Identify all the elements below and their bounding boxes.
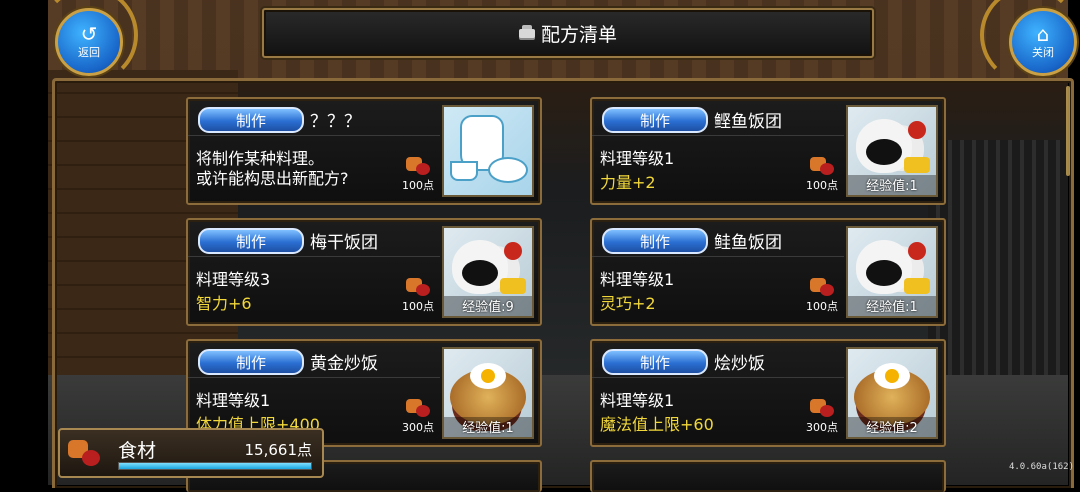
stat-bonus: 魔法值上限+60 [600, 415, 714, 434]
stat-bonus: 智力+6 [196, 294, 252, 313]
card-header: 制作 梅干饭团 [188, 220, 440, 257]
stat-bonus: 灵巧+2 [600, 294, 656, 313]
tomato-icon [908, 121, 926, 139]
stat-bonus: 力量+2 [600, 173, 656, 192]
card-header: 制作 鲣鱼饭团 [592, 99, 844, 136]
recipe-book-icon [518, 25, 535, 39]
back-label: 返回 [78, 46, 100, 59]
make-button[interactable]: 制作 [602, 228, 708, 254]
cost-points: 300点 [806, 421, 838, 434]
page-title: 配方清单 [540, 23, 617, 46]
ingredient-gauge-fill [119, 463, 311, 469]
ingredient-icon [404, 155, 432, 177]
recipe-card-partial [590, 460, 946, 492]
recipe-cost: 300点 [400, 397, 436, 435]
recipe-name: ？？？ [310, 112, 361, 132]
exp-value: 经验值:9 [444, 296, 532, 316]
exp-value: 经验值:1 [848, 296, 936, 316]
recipe-name: 梅干饭团 [310, 233, 378, 253]
recipe-image[interactable]: 经验值:1 [442, 347, 534, 439]
ingredient-amount: 15,661点 [244, 441, 313, 459]
make-button[interactable]: 制作 [602, 107, 708, 133]
back-arrow-icon: ↺ [80, 22, 98, 46]
close-label: 关闭 [1032, 46, 1054, 59]
make-button[interactable]: 制作 [602, 349, 708, 375]
ingredient-gauge [118, 462, 312, 470]
teacup-icon [450, 161, 478, 181]
plate-icon [488, 157, 528, 183]
make-button[interactable]: 制作 [198, 107, 304, 133]
recipe-name: 黄金炒饭 [310, 354, 378, 374]
version-text: 4.0.60a(162) [1008, 462, 1074, 472]
recipe-name: 烩炒饭 [714, 354, 765, 374]
cost-points: 100点 [402, 300, 434, 313]
make-button[interactable]: 制作 [198, 228, 304, 254]
cooking-level: 料理等级1 [600, 270, 675, 289]
recipe-cost: 100点 [400, 155, 436, 193]
scrollbar[interactable] [1066, 86, 1070, 176]
ingredient-panel: 食材 15,661点 [58, 428, 324, 478]
recipe-image[interactable]: 经验值:9 [442, 226, 534, 318]
cost-points: 100点 [402, 179, 434, 192]
ingredient-icon [808, 155, 836, 177]
egg-icon [904, 278, 930, 294]
recipe-cost: 100点 [804, 155, 840, 193]
card-header: 制作 鲑鱼饭团 [592, 220, 844, 257]
exp-value: 经验值:2 [848, 417, 936, 437]
recipe-name: 鲣鱼饭团 [714, 112, 782, 132]
card-header: 制作 ？？？ [188, 99, 440, 136]
cost-points: 300点 [402, 421, 434, 434]
exp-value: 经验值:1 [444, 417, 532, 437]
cooking-level: 料理等级1 [196, 391, 271, 410]
cost-points: 100点 [806, 179, 838, 192]
make-button[interactable]: 制作 [198, 349, 304, 375]
recipe-description: 将制作某种料理。 或许能构思出新配方? [196, 149, 349, 188]
ingredient-icon [808, 397, 836, 419]
recipe-card: 制作 梅干饭团 料理等级3 智力+6 100点 经验值:9 [186, 218, 542, 326]
recipe-cost: 100点 [400, 276, 436, 314]
recipe-name: 鲑鱼饭团 [714, 233, 782, 253]
recipe-card: 制作 鲣鱼饭团 料理等级1 力量+2 100点 经验值:1 [590, 97, 946, 205]
recipe-card: 制作 鲑鱼饭团 料理等级1 灵巧+2 100点 经验值:1 [590, 218, 946, 326]
back-button[interactable]: ↺ 返回 [55, 8, 123, 76]
cooking-level: 料理等级1 [600, 149, 675, 168]
recipe-image[interactable]: 经验值:1 [846, 226, 938, 318]
ingredient-label: 食材 [118, 440, 157, 462]
home-icon: ⌂ [1036, 22, 1050, 46]
egg-icon [500, 278, 526, 294]
title-bar: 配方清单 [262, 8, 874, 58]
card-header: 制作 烩炒饭 [592, 341, 844, 378]
tomato-icon [908, 242, 926, 260]
recipe-card: 制作 烩炒饭 料理等级1 魔法值上限+60 300点 经验值:2 [590, 339, 946, 447]
ingredient-icon [68, 438, 102, 468]
tomato-icon [504, 242, 522, 260]
ingredient-icon [404, 397, 432, 419]
ingredient-icon [404, 276, 432, 298]
close-button[interactable]: ⌂ 关闭 [1009, 8, 1077, 76]
recipe-image[interactable]: 经验值:2 [846, 347, 938, 439]
cooking-level: 料理等级1 [600, 391, 675, 410]
recipe-image[interactable] [442, 105, 534, 197]
exp-value: 经验值:1 [848, 175, 936, 195]
card-header: 制作 黄金炒饭 [188, 341, 440, 378]
recipe-image[interactable]: 经验值:1 [846, 105, 938, 197]
egg-icon [904, 157, 930, 173]
recipe-cost: 100点 [804, 276, 840, 314]
recipe-cost: 300点 [804, 397, 840, 435]
ingredient-icon [808, 276, 836, 298]
recipe-card: 制作 ？？？ 将制作某种料理。 或许能构思出新配方? 100点 [186, 97, 542, 205]
cooking-level: 料理等级3 [196, 270, 271, 289]
cost-points: 100点 [806, 300, 838, 313]
